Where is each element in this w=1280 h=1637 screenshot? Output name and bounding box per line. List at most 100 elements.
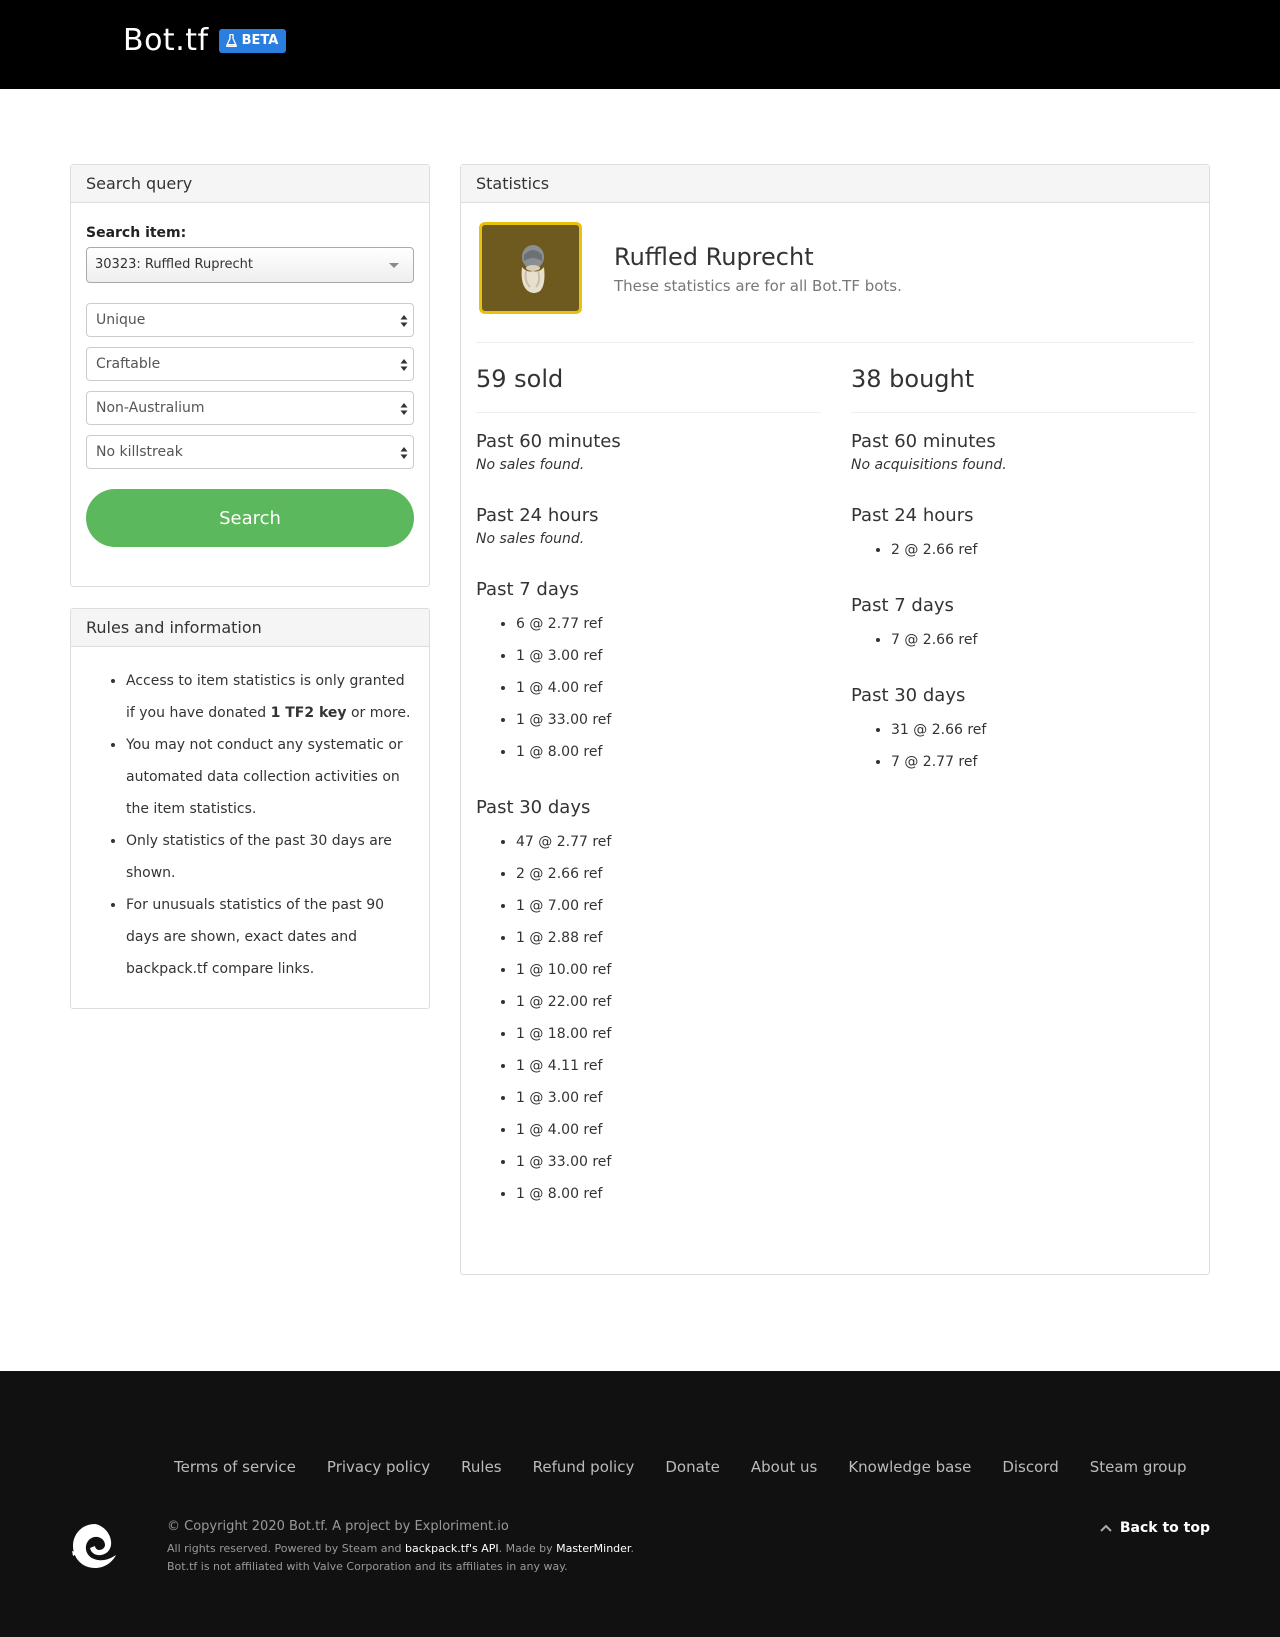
item-image bbox=[479, 222, 582, 314]
period-heading: Past 7 days bbox=[851, 595, 954, 616]
search-item-label: Search item: bbox=[86, 225, 187, 241]
search-button[interactable]: Search bbox=[86, 489, 414, 547]
back-to-top-link[interactable]: Back to top bbox=[1100, 1520, 1210, 1536]
empty-message: No sales found. bbox=[476, 531, 585, 547]
price-entry: 1 @ 4.00 ref bbox=[516, 672, 821, 704]
rules-list: Access to item statistics is only grante… bbox=[126, 665, 414, 985]
chevron-up-icon bbox=[1100, 1524, 1112, 1532]
chevron-down-icon bbox=[389, 263, 399, 268]
bought-7d-list: 7 @ 2.66 ref bbox=[851, 624, 1196, 656]
search-panel: Search query Search item: 30323: Ruffled… bbox=[70, 164, 430, 587]
main-content: Search query Search item: 30323: Ruffled… bbox=[0, 89, 1280, 1371]
powered-by-line: All rights reserved. Powered by Steam an… bbox=[167, 1542, 634, 1555]
craftable-value: Craftable bbox=[96, 356, 161, 372]
footer-link-terms[interactable]: Terms of service bbox=[174, 1458, 296, 1476]
price-entry: 1 @ 33.00 ref bbox=[516, 704, 821, 736]
price-entry: 7 @ 2.66 ref bbox=[891, 624, 1196, 656]
backpack-api-link[interactable]: backpack.tf's API bbox=[405, 1542, 499, 1555]
sold-count: 59 sold bbox=[476, 365, 564, 393]
divider bbox=[476, 412, 821, 413]
footer-link-refund[interactable]: Refund policy bbox=[533, 1458, 635, 1476]
brand-name[interactable]: Bot.tf bbox=[123, 23, 209, 58]
sold-column: 59 sold Past 60 minutes No sales found. … bbox=[476, 365, 821, 1239]
updown-arrows-icon bbox=[400, 359, 408, 371]
price-entry: 1 @ 3.00 ref bbox=[516, 640, 821, 672]
price-entry: 1 @ 18.00 ref bbox=[516, 1018, 821, 1050]
price-entry: 1 @ 4.11 ref bbox=[516, 1050, 821, 1082]
footer: Terms of service Privacy policy Rules Re… bbox=[0, 1371, 1280, 1637]
period-heading: Past 24 hours bbox=[851, 505, 974, 526]
footer-link-privacy[interactable]: Privacy policy bbox=[327, 1458, 430, 1476]
price-entry: 1 @ 3.00 ref bbox=[516, 1082, 821, 1114]
australium-value: Non-Australium bbox=[96, 400, 205, 416]
footer-link-rules[interactable]: Rules bbox=[461, 1458, 501, 1476]
price-entry: 2 @ 2.66 ref bbox=[891, 534, 1196, 566]
rule-item: Access to item statistics is only grante… bbox=[126, 665, 414, 729]
ruffled-ruprecht-item-icon bbox=[521, 245, 544, 293]
beta-label: BETA bbox=[241, 33, 279, 48]
top-navbar: Bot.tf BETA bbox=[0, 0, 1280, 89]
price-entry: 47 @ 2.77 ref bbox=[516, 826, 821, 858]
period-heading: Past 30 days bbox=[851, 685, 966, 706]
footer-link-steam-group[interactable]: Steam group bbox=[1090, 1458, 1187, 1476]
search-panel-title: Search query bbox=[71, 165, 429, 203]
search-item-select[interactable]: 30323: Ruffled Ruprecht bbox=[86, 247, 414, 283]
price-entry: 1 @ 22.00 ref bbox=[516, 986, 821, 1018]
rules-panel-title: Rules and information bbox=[71, 609, 429, 647]
item-subtitle: These statistics are for all Bot.TF bots… bbox=[614, 277, 902, 295]
rules-panel: Rules and information Access to item sta… bbox=[70, 608, 430, 1009]
exploriment-logo-icon bbox=[70, 1521, 120, 1575]
flask-icon bbox=[225, 34, 237, 47]
footer-link-donate[interactable]: Donate bbox=[665, 1458, 720, 1476]
rule-item: For unusuals statistics of the past 90 d… bbox=[126, 889, 414, 985]
sold-7d-list: 6 @ 2.77 ref1 @ 3.00 ref1 @ 4.00 ref1 @ … bbox=[476, 608, 821, 768]
updown-arrows-icon bbox=[400, 403, 408, 415]
price-entry: 31 @ 2.66 ref bbox=[891, 714, 1196, 746]
statistics-panel: Statistics Ruffled Ruprecht These statis… bbox=[460, 164, 1210, 1275]
bought-30d-list: 31 @ 2.66 ref7 @ 2.77 ref bbox=[851, 714, 1196, 778]
back-to-top-label: Back to top bbox=[1119, 1520, 1210, 1536]
quality-value: Unique bbox=[96, 312, 146, 328]
killstreak-value: No killstreak bbox=[96, 444, 183, 460]
craftable-select[interactable]: Craftable bbox=[86, 347, 414, 381]
price-entry: 1 @ 7.00 ref bbox=[516, 890, 821, 922]
killstreak-select[interactable]: No killstreak bbox=[86, 435, 414, 469]
period-heading: Past 60 minutes bbox=[851, 431, 996, 452]
price-entry: 1 @ 2.88 ref bbox=[516, 922, 821, 954]
updown-arrows-icon bbox=[400, 315, 408, 327]
search-item-value: 30323: Ruffled Ruprecht bbox=[95, 257, 253, 272]
quality-select[interactable]: Unique bbox=[86, 303, 414, 337]
item-name: Ruffled Ruprecht bbox=[614, 243, 814, 271]
price-entry: 1 @ 4.00 ref bbox=[516, 1114, 821, 1146]
price-entry: 1 @ 8.00 ref bbox=[516, 736, 821, 768]
bought-24h-list: 2 @ 2.66 ref bbox=[851, 534, 1196, 566]
beta-badge: BETA bbox=[218, 28, 287, 53]
australium-select[interactable]: Non-Australium bbox=[86, 391, 414, 425]
footer-link-about[interactable]: About us bbox=[751, 1458, 817, 1476]
period-heading: Past 60 minutes bbox=[476, 431, 621, 452]
bought-count: 38 bought bbox=[851, 365, 975, 393]
period-heading: Past 24 hours bbox=[476, 505, 599, 526]
sold-30d-list: 47 @ 2.77 ref2 @ 2.66 ref1 @ 7.00 ref1 @… bbox=[476, 826, 821, 1210]
rule-item: Only statistics of the past 30 days are … bbox=[126, 825, 414, 889]
period-heading: Past 30 days bbox=[476, 797, 591, 818]
masterminder-link[interactable]: MasterMinder bbox=[556, 1542, 630, 1555]
empty-message: No sales found. bbox=[476, 457, 585, 473]
price-entry: 2 @ 2.66 ref bbox=[516, 858, 821, 890]
rule-item: You may not conduct any systematic or au… bbox=[126, 729, 414, 825]
price-entry: 6 @ 2.77 ref bbox=[516, 608, 821, 640]
empty-message: No acquisitions found. bbox=[851, 457, 1007, 473]
divider bbox=[476, 342, 1194, 343]
footer-link-discord[interactable]: Discord bbox=[1002, 1458, 1058, 1476]
price-entry: 1 @ 33.00 ref bbox=[516, 1146, 821, 1178]
updown-arrows-icon bbox=[400, 447, 408, 459]
brand[interactable]: Bot.tf BETA bbox=[123, 23, 287, 58]
footer-link-knowledge-base[interactable]: Knowledge base bbox=[848, 1458, 971, 1476]
price-entry: 1 @ 8.00 ref bbox=[516, 1178, 821, 1210]
bought-column: 38 bought Past 60 minutes No acquisition… bbox=[851, 365, 1196, 807]
price-entry: 1 @ 10.00 ref bbox=[516, 954, 821, 986]
copyright: © Copyright 2020 Bot.tf. A project by Ex… bbox=[167, 1519, 509, 1534]
statistics-panel-title: Statistics bbox=[461, 165, 1209, 203]
period-heading: Past 7 days bbox=[476, 579, 579, 600]
divider bbox=[851, 412, 1196, 413]
